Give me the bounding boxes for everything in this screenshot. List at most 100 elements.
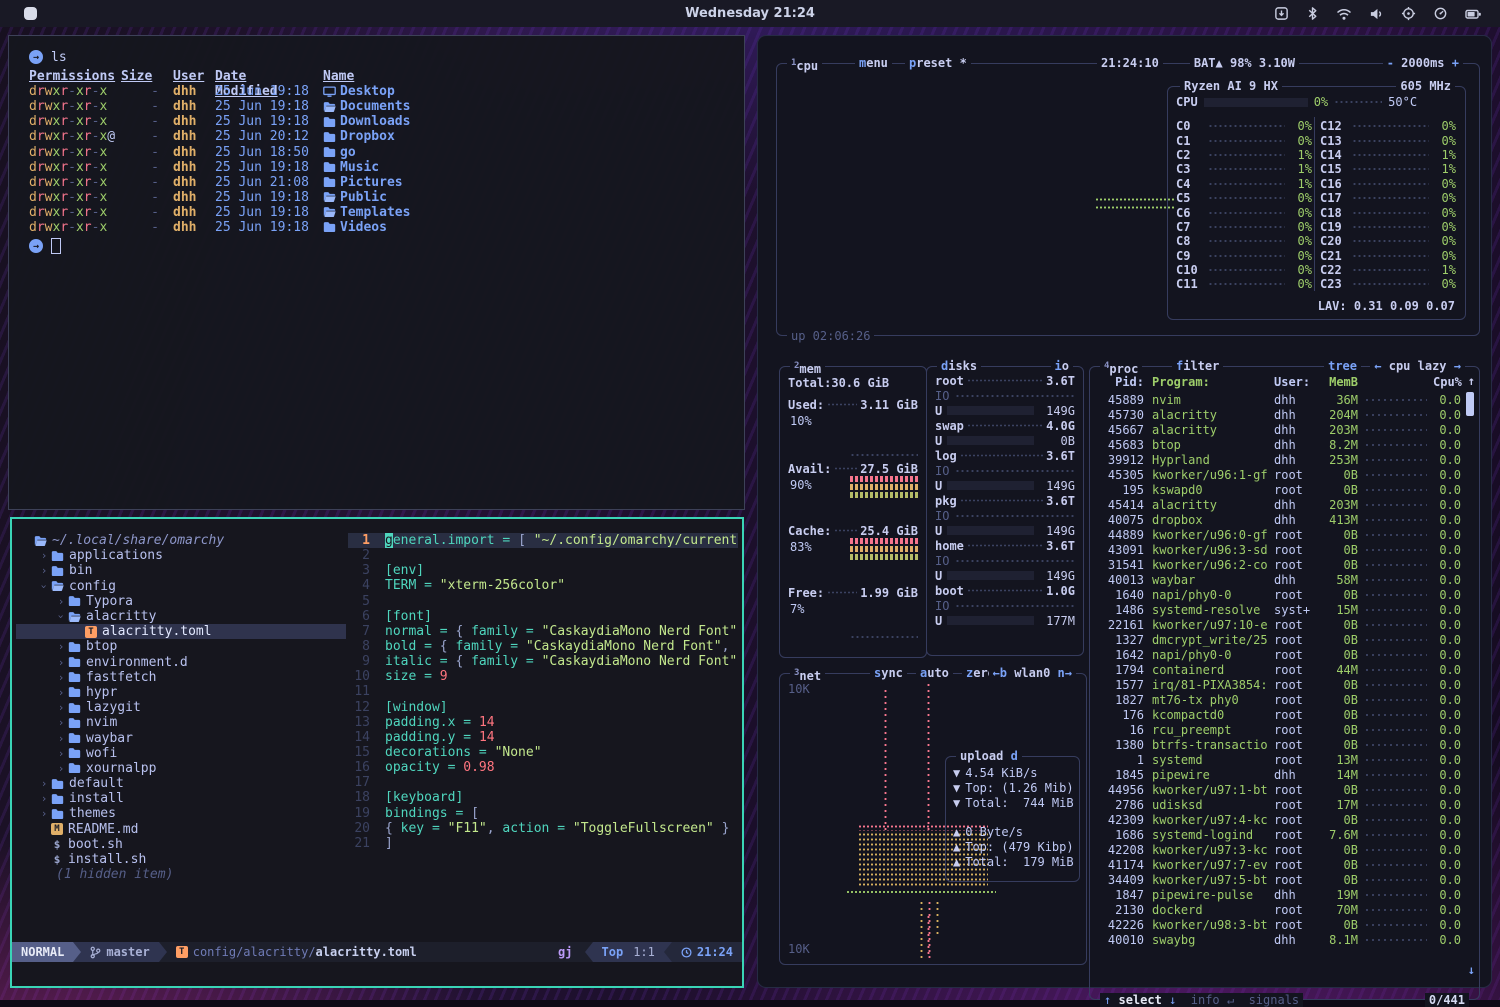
code-line[interactable]: 16opacity = 0.98 bbox=[348, 760, 738, 775]
process-row[interactable]: 45414 alacritty dhh 203M 0.0 bbox=[1098, 497, 1461, 512]
neovim-window[interactable]: ~/.local/share/omarchy › applications › … bbox=[10, 517, 744, 988]
code-line[interactable]: 7normal = { family = "CaskaydiaMono Nerd… bbox=[348, 624, 738, 639]
code-line[interactable]: 19bindings = [ bbox=[348, 806, 738, 821]
tree-item[interactable]: (1 hidden item) bbox=[16, 867, 346, 882]
code-line[interactable]: 20{ key = "F11", action = "ToggleFullscr… bbox=[348, 821, 738, 836]
code-line[interactable]: 8bold = { family = "CaskaydiaMono Nerd F… bbox=[348, 639, 738, 654]
process-row[interactable]: 1794 containerd root 44M 0.0 bbox=[1098, 662, 1461, 677]
process-row[interactable]: 44956 kworker/u97:1-bt root 0B 0.0 bbox=[1098, 782, 1461, 797]
process-row[interactable]: 39912 Hyprland dhh 253M 0.0 bbox=[1098, 452, 1461, 467]
code-line[interactable]: 2 bbox=[348, 548, 738, 563]
tree-item[interactable]: M README.md bbox=[16, 822, 346, 837]
code-line[interactable]: 3[env] bbox=[348, 563, 738, 578]
editor-pane[interactable]: 1general.import = [ "~/.config/omarchy/c… bbox=[348, 533, 738, 936]
tree-item[interactable]: $ boot.sh bbox=[16, 837, 346, 852]
tree-item[interactable]: › btop bbox=[16, 639, 346, 654]
tree-item[interactable]: $ install.sh bbox=[16, 852, 346, 867]
menu-button[interactable]: menu bbox=[855, 56, 892, 70]
interval-plus-button[interactable]: + bbox=[1452, 56, 1459, 70]
scroll-down-arrow[interactable]: ↓ bbox=[1468, 963, 1475, 977]
tree-item[interactable]: › waybar bbox=[16, 730, 346, 745]
tree-item[interactable]: › lazygit bbox=[16, 700, 346, 715]
tree-item[interactable]: › alacritty bbox=[16, 609, 346, 624]
process-row[interactable]: 22161 kworker/u97:10-e root 0B 0.0 bbox=[1098, 617, 1461, 632]
process-row[interactable]: 1640 napi/phy0-0 root 0B 0.0 bbox=[1098, 587, 1461, 602]
tree-item[interactable]: › install bbox=[16, 791, 346, 806]
process-row[interactable]: 44889 kworker/u96:0-gf root 0B 0.0 bbox=[1098, 527, 1461, 542]
btop-window[interactable]: 1cpu menu preset * 21:24:10 BAT▲ 98% 3.1… bbox=[757, 35, 1492, 988]
process-row[interactable]: 176 kcompactd0 root 0B 0.0 bbox=[1098, 707, 1461, 722]
code-line[interactable]: 18[keyboard] bbox=[348, 790, 738, 805]
process-row[interactable]: 45730 alacritty dhh 204M 0.0 bbox=[1098, 407, 1461, 422]
volume-icon[interactable] bbox=[1369, 7, 1384, 21]
tree-item[interactable]: › themes bbox=[16, 806, 346, 821]
process-row[interactable]: 1845 pipewire dhh 14M 0.0 bbox=[1098, 767, 1461, 782]
process-row[interactable]: 42226 kworker/u98:3-bt root 0B 0.0 bbox=[1098, 917, 1461, 932]
process-row[interactable]: 1380 btrfs-transactio root 0B 0.0 bbox=[1098, 737, 1461, 752]
process-row[interactable]: 40010 swaybg dhh 8.1M 0.0 bbox=[1098, 932, 1461, 947]
process-row[interactable]: 42309 kworker/u97:4-kc root 0B 0.0 bbox=[1098, 812, 1461, 827]
net-stats-title[interactable]: upload d bbox=[956, 749, 1022, 763]
tree-item[interactable]: › hypr bbox=[16, 685, 346, 700]
code-line[interactable]: 10size = 9 bbox=[348, 669, 738, 684]
tree-item[interactable]: › xournalpp bbox=[16, 761, 346, 776]
tree-item[interactable]: › bin bbox=[16, 563, 346, 578]
process-row[interactable]: 1827 mt76-tx phy0 root 0B 0.0 bbox=[1098, 692, 1461, 707]
battery-icon[interactable] bbox=[1465, 7, 1482, 21]
process-row[interactable]: 41174 kworker/u97:7-ev root 0B 0.0 bbox=[1098, 857, 1461, 872]
process-row[interactable]: 1847 pipewire-pulse dhh 19M 0.0 bbox=[1098, 887, 1461, 902]
code-line[interactable]: 4TERM = "xterm-256color" bbox=[348, 578, 738, 593]
scrollbar-thumb[interactable] bbox=[1466, 392, 1474, 416]
process-row[interactable]: 43091 kworker/u96:3-sd root 0B 0.0 bbox=[1098, 542, 1461, 557]
tree-item[interactable]: ~/.local/share/omarchy bbox=[16, 533, 346, 548]
code-line[interactable]: 9italic = { family = "CaskaydiaMono Nerd… bbox=[348, 654, 738, 669]
code-line[interactable]: 5 bbox=[348, 594, 738, 609]
process-row[interactable]: 1577 irq/81-PIXA3854: root 0B 0.0 bbox=[1098, 677, 1461, 692]
sync-toggle[interactable]: sync bbox=[870, 666, 907, 680]
process-row[interactable]: 1486 systemd-resolve syst+ 15M 0.0 bbox=[1098, 602, 1461, 617]
code-line[interactable]: 11 bbox=[348, 684, 738, 699]
process-row[interactable]: 40013 waybar dhh 58M 0.0 bbox=[1098, 572, 1461, 587]
proc-box-title[interactable]: 4proc bbox=[1100, 359, 1142, 376]
tree-item[interactable]: › applications bbox=[16, 548, 346, 563]
process-row[interactable]: 16 rcu_preempt root 0B 0.0 bbox=[1098, 722, 1461, 737]
process-row[interactable]: 195 kswapd0 root 0B 0.0 bbox=[1098, 482, 1461, 497]
process-row[interactable]: 1686 systemd-logind root 7.6M 0.0 bbox=[1098, 827, 1461, 842]
scroll-up-arrow[interactable]: ↑ bbox=[1468, 374, 1475, 388]
terminal-window-ls[interactable]: → ls Permissions Size User Date Modified… bbox=[8, 35, 745, 510]
code-line[interactable]: 6[font] bbox=[348, 609, 738, 624]
tree-item[interactable]: › nvim bbox=[16, 715, 346, 730]
process-row[interactable]: 45683 btop dhh 8.2M 0.0 bbox=[1098, 437, 1461, 452]
process-row[interactable]: 1642 napi/phy0-0 root 0B 0.0 bbox=[1098, 647, 1461, 662]
interval-minus-button[interactable]: - bbox=[1387, 56, 1394, 70]
code-line[interactable]: 15decorations = "None" bbox=[348, 745, 738, 760]
tree-toggle[interactable]: tree bbox=[1324, 359, 1361, 373]
tree-item[interactable]: › wofi bbox=[16, 746, 346, 761]
preset-button[interactable]: preset * bbox=[905, 56, 971, 70]
filter-button[interactable]: filter bbox=[1172, 359, 1223, 373]
code-line[interactable]: 13padding.x = 14 bbox=[348, 715, 738, 730]
screenshare-icon[interactable] bbox=[1401, 6, 1416, 21]
process-row[interactable]: 45667 alacritty dhh 203M 0.0 bbox=[1098, 422, 1461, 437]
prompt-line-empty[interactable]: → bbox=[29, 237, 744, 255]
process-row[interactable]: 31541 kworker/u96:2-co root 0B 0.0 bbox=[1098, 557, 1461, 572]
sort-selector[interactable]: ← cpu lazy → bbox=[1370, 359, 1465, 373]
disks-box-title[interactable]: disks bbox=[937, 359, 981, 373]
code-line[interactable]: 17 bbox=[348, 775, 738, 790]
cpu-box-title[interactable]: 1cpu bbox=[787, 56, 822, 73]
process-row[interactable]: 34409 kworker/u97:5-bt root 0B 0.0 bbox=[1098, 872, 1461, 887]
io-toggle[interactable]: io bbox=[1051, 359, 1073, 373]
updates-icon[interactable] bbox=[1274, 6, 1289, 21]
tree-item[interactable]: › Typora bbox=[16, 594, 346, 609]
process-row[interactable]: 2786 udisksd root 17M 0.0 bbox=[1098, 797, 1461, 812]
process-row[interactable]: 1327 dmcrypt_write/25 root 0B 0.0 bbox=[1098, 632, 1461, 647]
tree-item[interactable]: › config bbox=[16, 579, 346, 594]
process-row[interactable]: 42208 kworker/u97:3-kc root 0B 0.0 bbox=[1098, 842, 1461, 857]
bluetooth-icon[interactable] bbox=[1306, 6, 1319, 21]
process-row[interactable]: 1 systemd root 13M 0.0 bbox=[1098, 752, 1461, 767]
code-line[interactable]: 21] bbox=[348, 836, 738, 851]
process-row[interactable]: 45889 nvim dhh 36M 0.0 bbox=[1098, 392, 1461, 407]
tree-item[interactable]: T alacritty.toml bbox=[16, 624, 346, 639]
process-row[interactable]: 2130 dockerd root 70M 0.0 bbox=[1098, 902, 1461, 917]
wifi-icon[interactable] bbox=[1336, 7, 1352, 21]
